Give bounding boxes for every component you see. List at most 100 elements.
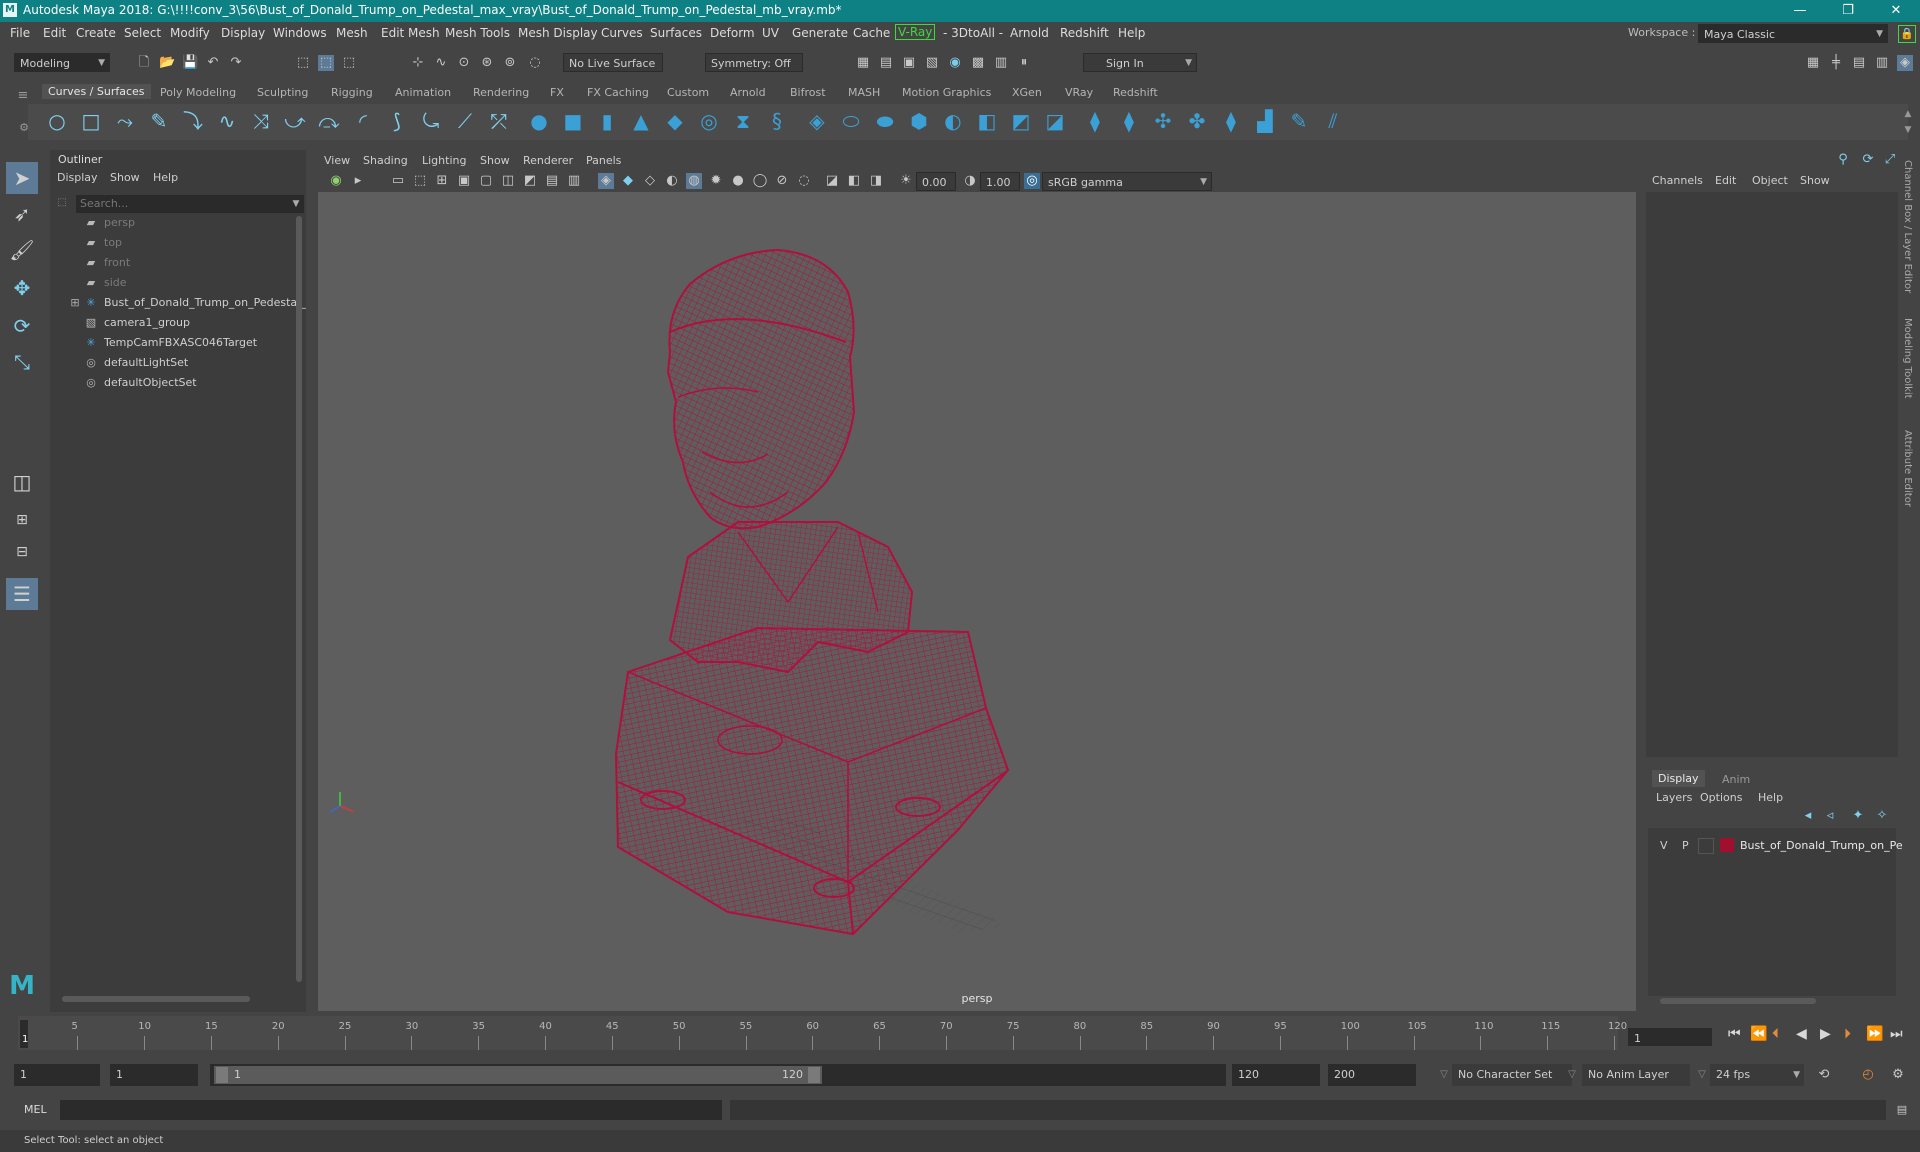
close-button[interactable]: ✕ [1876,0,1916,22]
perspective-viewport[interactable]: persp [318,192,1636,1011]
attach-curves-icon[interactable]: ⤼ [318,110,340,132]
playback-start-frame-field[interactable]: 1 [110,1064,198,1086]
render-sequence-icon[interactable]: ▤ [878,55,894,71]
move-layer-up-icon[interactable]: ◂ [1800,808,1816,824]
range-slider-bar[interactable] [214,1066,822,1084]
shelf-tab-rigging[interactable]: Rigging [331,86,373,99]
open-scene-icon[interactable]: 📂 [159,55,175,71]
scene-end-frame-field[interactable]: 200 [1328,1064,1416,1086]
shelf-scroll-up-icon[interactable]: ▲ [1900,106,1916,122]
range-start-handle[interactable] [216,1067,228,1083]
depth-of-field-icon[interactable]: ◌ [796,173,812,189]
step-back-key-icon[interactable]: ⏪ [1750,1026,1767,1042]
ipr-render-icon[interactable]: ▣ [901,55,917,71]
range-end-handle[interactable] [808,1067,820,1083]
rotate-tool-icon[interactable]: ⟳ [6,310,38,342]
menu-curves[interactable]: Curves [601,26,643,40]
toggle-modeling-toolkit-icon[interactable]: ▦ [1805,55,1821,71]
layer-display-type-toggle[interactable] [1698,838,1714,854]
toggle-attribute-editor-icon[interactable]: ╪ [1828,55,1844,71]
project-curve-icon[interactable]: ◩ [1010,110,1032,132]
menu-file[interactable]: File [10,26,30,40]
shelf-tab-fx[interactable]: FX [550,86,564,99]
select-hierarchy-icon[interactable]: ⬚ [295,55,311,71]
revolve-icon[interactable]: ⧗ [732,110,754,132]
cv-curve-icon[interactable]: ⤳ [114,110,136,132]
shelf-tab-redshift[interactable]: Redshift [1113,86,1158,99]
lock-icon[interactable]: 🔒 [1898,25,1916,43]
channel-box-refresh-icon[interactable]: ⟳ [1860,152,1876,168]
layer-playback-toggle[interactable]: P [1682,839,1689,852]
use-all-lights-icon[interactable]: ◍ [686,173,702,189]
outliner-horizontal-scrollbar[interactable] [62,996,250,1002]
shelf-tab-vray[interactable]: VRay [1065,86,1093,99]
anim-layer-arrow-icon[interactable]: ▽ [1694,1067,1710,1083]
intersect-icon[interactable]: ◪ [1044,110,1066,132]
grid-toggle-icon[interactable]: ⊞ [434,173,450,189]
menu-edit-mesh[interactable]: Edit Mesh [381,26,440,40]
trim-tool-icon[interactable]: ⧫ [1084,110,1106,132]
layer-color-swatch[interactable] [1720,838,1734,852]
single-perspective-layout-icon[interactable]: ◫ [6,466,38,498]
viewport-menu-show[interactable]: Show [480,154,510,167]
save-scene-icon[interactable]: 💾 [182,55,198,71]
layer-tab-display[interactable]: Display [1652,770,1705,787]
nurbs-plane-icon[interactable]: ◆ [664,110,686,132]
menu-vray[interactable]: V-Ray [895,24,936,40]
safe-action-icon[interactable]: ▤ [544,173,560,189]
side-tab-modeling-toolkit[interactable]: Modeling Toolkit [1902,318,1913,399]
detach-surfaces-icon[interactable]: ✤ [1186,110,1208,132]
nurbs-circle-icon[interactable]: ○ [46,110,68,132]
resolution-gate-icon[interactable]: ▢ [478,173,494,189]
menu-edit[interactable]: Edit [43,26,66,40]
ep-curve-icon[interactable]: ✎ [148,110,170,132]
render-view-icon[interactable]: ▩ [970,55,986,71]
menu-set-dropdown[interactable]: Modeling ▼ [14,53,110,72]
snap-curve-icon[interactable]: ∿ [433,55,449,71]
go-to-start-icon[interactable]: ⏮ [1728,1026,1741,1042]
sculpt-tool-icon[interactable]: ✎ [1288,110,1310,132]
scale-tool-icon[interactable]: ⤡ [6,346,38,378]
lasso-tool-icon[interactable]: ➶ [6,198,38,230]
attach-surfaces-icon[interactable]: ✣ [1152,110,1174,132]
menu-3dtoall[interactable]: - 3DtoAll - [943,26,1003,40]
move-tool-icon[interactable]: ✥ [6,272,38,304]
shelf-settings-icon[interactable]: ⚙ [16,120,32,136]
rebuild-curve-icon[interactable]: ⟆ [386,110,408,132]
menu-redshift[interactable]: Redshift [1060,26,1109,40]
shelf-tab-xgen[interactable]: XGen [1012,86,1042,99]
expand-icon[interactable]: ⊞ [67,295,83,311]
workspace-dropdown[interactable]: Maya Classic ▼ [1698,24,1888,43]
channel-box-lock-icon[interactable]: ⤢ [1882,152,1898,168]
insert-knot-icon[interactable]: ⤿ [420,110,442,132]
shelf-tab-motion-graphics[interactable]: Motion Graphics [902,86,991,99]
square-surface-icon[interactable]: ◧ [976,110,998,132]
maximize-button[interactable]: ❐ [1828,0,1868,22]
four-view-layout-icon[interactable]: ⊞ [6,504,38,536]
channel-box-dock-icon[interactable]: ⚲ [1835,152,1851,168]
bookmarks-icon[interactable]: ▭ [390,173,406,189]
new-layer-from-selected-icon[interactable]: ✧ [1874,808,1890,824]
menu-help[interactable]: Help [1118,26,1145,40]
nurbs-cube-icon[interactable]: ■ [562,110,584,132]
play-forwards-icon[interactable]: ▶ [1820,1026,1831,1042]
layer-tab-anim[interactable]: Anim [1722,773,1750,786]
outliner-menu-help[interactable]: Help [153,171,178,184]
shelf-tab-arnold[interactable]: Arnold [730,86,766,99]
menu-mesh-display[interactable]: Mesh Display [518,26,598,40]
camera-attributes-icon[interactable]: ▸ [350,173,366,189]
channel-list[interactable] [1646,192,1898,757]
step-back-frame-icon[interactable]: ⏴ [1772,1026,1779,1042]
layer-name[interactable]: Bust_of_Donald_Trump_on_Pe [1740,839,1903,852]
command-language-toggle[interactable]: MEL [24,1103,47,1116]
shelf-tab-fx-caching[interactable]: FX Caching [587,86,649,99]
reverse-curve-icon[interactable]: ⤱ [488,110,510,132]
toggle-layer-editor-icon[interactable]: ◈ [1897,55,1913,71]
nurbs-cone-icon[interactable]: ▲ [630,110,652,132]
gamma-field[interactable]: 1.00 [980,172,1020,191]
menu-deform[interactable]: Deform [710,26,755,40]
command-input[interactable] [60,1100,722,1120]
layer-menu-layers[interactable]: Layers [1656,791,1692,804]
sign-in-dropdown[interactable]: Sign In ▼ [1083,53,1197,72]
step-forward-key-icon[interactable]: ⏩ [1866,1026,1883,1042]
